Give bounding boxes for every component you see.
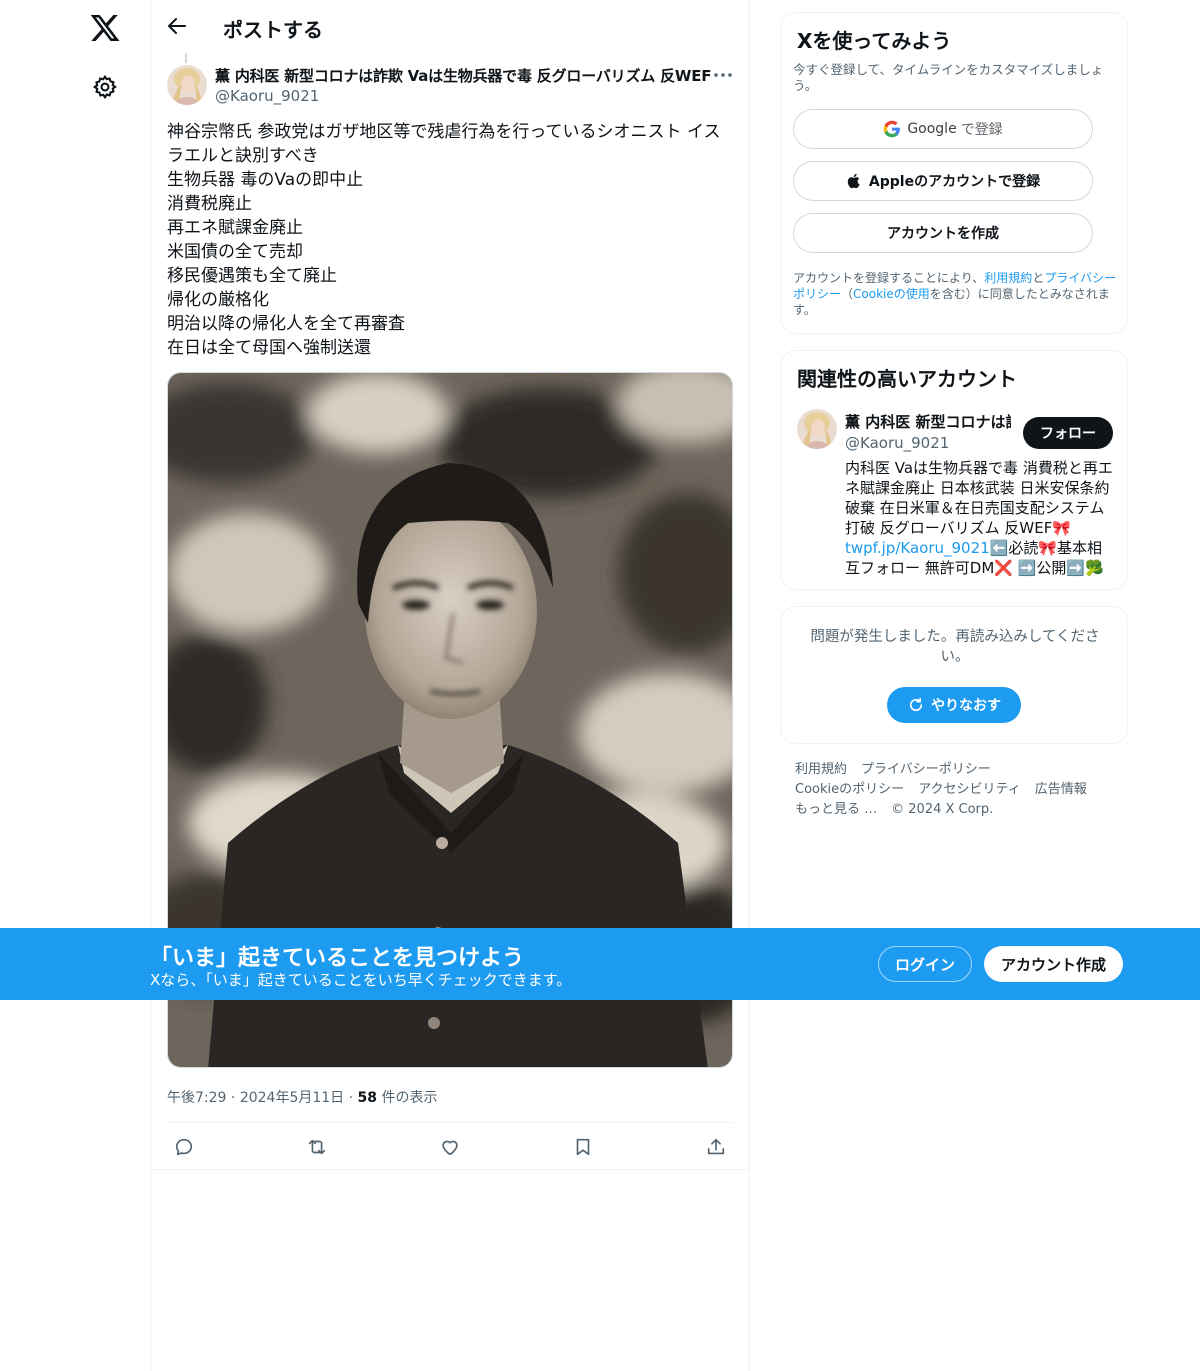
post-text-line: 再エネ賦課金廃止 — [167, 218, 303, 238]
login-button[interactable]: ログイン — [878, 946, 972, 982]
footer-link[interactable]: 広告情報 — [1035, 782, 1087, 797]
footer-link[interactable]: アクセシビリティ — [918, 782, 1021, 797]
bio-line: 互フォロー 無許可DM❌ ➡️公開➡️🥦 — [845, 559, 1104, 577]
post-meta: 午後7:29 · 2024年5月11日 · 58 件の表示 — [167, 1087, 437, 1107]
views-count: 58 — [357, 1090, 378, 1106]
post-text-line: 帰化の厳格化 — [167, 290, 269, 310]
x-logo-icon[interactable] — [89, 12, 121, 44]
google-icon — [883, 120, 901, 138]
post-text-line: ラエルと訣別すべき — [167, 146, 319, 166]
bio-after-link: ⬅️必読🎀基本相 — [989, 539, 1103, 557]
signup-card: Xを使ってみよう 今すぐ登録して、タイムラインをカスタマイズしましょう。 Goo… — [780, 12, 1128, 334]
google-signup-button[interactable]: Google で登録 — [793, 109, 1093, 149]
post-text-line: 生物兵器 毒のVaの即中止 — [167, 170, 364, 190]
banner-subtitle: Xなら、「いま」起きていることをいち早くチェックできます。 — [150, 971, 572, 989]
follow-button[interactable]: フォロー — [1023, 417, 1113, 449]
post-text-line: 消費税廃止 — [167, 194, 252, 214]
repost-icon[interactable] — [300, 1130, 334, 1164]
views-label: 件の表示 — [381, 1090, 438, 1106]
like-icon[interactable] — [433, 1130, 467, 1164]
post-text-line: 米国債の全て売却 — [167, 242, 303, 262]
terms-and: と — [1032, 271, 1045, 285]
error-card: 問題が発生しました。再読み込みしてください。 やりなおす — [780, 606, 1128, 744]
google-suffix: で登録 — [960, 122, 1003, 138]
related-accounts-card: 関連性の高いアカウント 薫 内科医 新型コロナは詐欺 Vaは生物兵器で毒 @Ka… — [780, 350, 1128, 590]
copyright: © 2024 X Corp. — [891, 802, 994, 817]
retry-button[interactable]: やりなおす — [887, 687, 1021, 723]
footer-link[interactable]: プライバシーポリシー — [861, 762, 991, 777]
post-text: 神谷宗幣氏 参政党はガザ地区等で残虐行為を行っているシオニスト イス ラエルと訣… — [167, 120, 727, 360]
post-time[interactable]: 午後7:29 — [167, 1090, 226, 1106]
avatar[interactable] — [167, 65, 207, 105]
signup-title: Xを使ってみよう — [797, 29, 952, 53]
bio-line: 破棄 在日米軍＆在日売国支配システム — [845, 499, 1105, 517]
left-nav — [0, 0, 150, 1371]
post-text-line: 神谷宗幣氏 参政党はガザ地区等で残虐行為を行っているシオニスト イス — [167, 122, 721, 142]
create-account-label: アカウントを作成 — [887, 226, 999, 242]
footer-link[interactable]: もっと見る … — [795, 802, 877, 817]
avatar[interactable] — [797, 409, 837, 449]
meta-separator: · — [348, 1090, 358, 1106]
back-arrow-icon[interactable] — [165, 14, 191, 40]
terms-link[interactable]: 利用規約 — [984, 271, 1032, 285]
share-icon[interactable] — [699, 1130, 733, 1164]
post-text-line: 明治以降の帰化人を全て再審査 — [167, 314, 405, 334]
gear-icon[interactable] — [92, 74, 118, 100]
error-message: 問題が発生しました。再読み込みしてください。 — [810, 629, 1100, 665]
apple-icon — [846, 172, 863, 190]
post-text-line: 移民優遇策も全て廃止 — [167, 266, 337, 286]
author-handle[interactable]: @Kaoru_9021 — [215, 87, 319, 105]
terms-prefix: アカウントを登録することにより、 — [793, 271, 985, 285]
more-icon[interactable] — [711, 65, 735, 85]
related-account-name[interactable]: 薫 内科医 新型コロナは詐欺 Vaは生物兵器で毒 — [845, 411, 1011, 432]
related-title: 関連性の高いアカウント — [797, 367, 1017, 391]
bookmark-icon[interactable] — [566, 1130, 600, 1164]
login-banner: 「いま」起きていることを見つけよう Xなら、「いま」起きていることをいち早くチェ… — [0, 928, 1200, 1000]
main-column: ポストする 薫 内科医 新型コロナは詐欺 Vaは生物兵器で毒 反グローバリズム … — [150, 0, 750, 1371]
post-text-line: 在日は全て母国へ強制送還 — [167, 338, 371, 358]
page-header: ポストする — [151, 0, 749, 53]
bio-link[interactable]: twpf.jp/Kaoru_9021 — [845, 539, 990, 557]
retry-label: やりなおす — [931, 698, 1001, 714]
bio-line: 内科医 Vaは生物兵器で毒 消費税と再エ — [845, 459, 1113, 477]
bio-line: ネ賦課金廃止 日本核武装 日米安保条約 — [845, 479, 1110, 497]
cookie-link[interactable]: Cookieの使用 — [853, 287, 930, 301]
apple-signup-label: Appleのアカウントで登録 — [868, 174, 1041, 190]
bio-line: 打破 反グローバリズム 反WEF🎀 — [845, 519, 1072, 537]
google-brand: Google — [907, 121, 957, 137]
action-bar — [167, 1130, 733, 1164]
terms-mid: （ — [841, 287, 854, 301]
footer: 利用規約 プライバシーポリシー Cookieのポリシー アクセシビリティ 広告情報 も… — [795, 760, 1115, 820]
divider — [151, 1169, 749, 1170]
footer-link[interactable]: Cookieのポリシー — [795, 782, 904, 797]
signup-description: 今すぐ登録して、タイムラインをカスタマイズしましょう。 — [793, 62, 1104, 93]
reply-icon[interactable] — [167, 1130, 201, 1164]
apple-signup-button[interactable]: Appleのアカウントで登録 — [793, 161, 1093, 201]
bio-line: twpf.jp/Kaoru_9021⬅️必読🎀基本相 — [845, 538, 1115, 558]
refresh-icon — [907, 696, 925, 714]
meta-separator: · — [230, 1090, 240, 1106]
thread-line — [185, 53, 187, 63]
related-account-bio: 内科医 Vaは生物兵器で毒 消費税と再エ ネ賦課金廃止 日本核武装 日米安保条約… — [845, 458, 1115, 578]
related-account-handle[interactable]: @Kaoru_9021 — [845, 434, 949, 452]
author-name[interactable]: 薫 内科医 新型コロナは詐欺 Vaは生物兵器で毒 反グローバリズム 反WEF — [215, 65, 712, 86]
footer-link[interactable]: 利用規約 — [795, 762, 847, 777]
terms-text: アカウントを登録することにより、利用規約とプライバシーポリシー（Cookieの使… — [793, 270, 1121, 318]
signup-button[interactable]: アカウント作成 — [984, 946, 1123, 982]
create-account-button[interactable]: アカウントを作成 — [793, 213, 1093, 253]
page-title: ポストする — [223, 18, 323, 42]
divider — [167, 1122, 733, 1123]
banner-title: 「いま」起きていることを見つけよう — [150, 946, 525, 971]
post-date[interactable]: 2024年5月11日 — [240, 1090, 344, 1106]
